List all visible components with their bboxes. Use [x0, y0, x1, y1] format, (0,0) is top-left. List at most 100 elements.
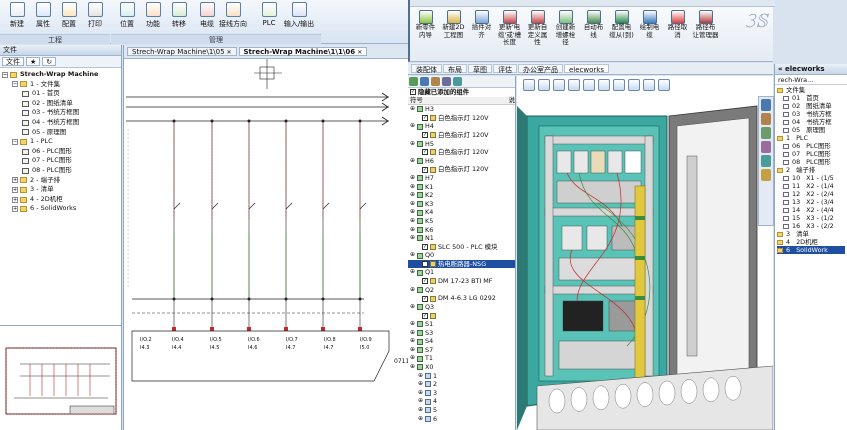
- cabinet-model[interactable]: [517, 96, 773, 430]
- tree-node[interactable]: ⊕ S4: [408, 337, 515, 346]
- close-icon[interactable]: ✕: [225, 49, 231, 56]
- schematic-canvas[interactable]: I/O.2 I/O.4 I/O.5 I/O.6 I/O.7 I/O.8 I/O.9 I4.3 I…: [124, 59, 409, 430]
- ew-item[interactable]: 15 X3 - (1/2: [777, 214, 845, 222]
- update-cable-button[interactable]: 更新'电 缆'或'槽 长度: [496, 10, 523, 47]
- terminal-node[interactable]: ⊕ 2: [408, 380, 515, 389]
- configure-button[interactable]: 配置: [56, 2, 82, 34]
- expand-toggle-icon[interactable]: ⊕: [418, 389, 423, 398]
- expand-toggle-icon[interactable]: +: [12, 186, 18, 193]
- tree-node[interactable]: ⊕ Q2: [408, 286, 515, 295]
- ew-item[interactable]: 07 PLC图形: [777, 150, 845, 158]
- tree-folder[interactable]: +3 - 清单: [2, 185, 119, 195]
- tree-node[interactable]: ⊕ Q0: [408, 251, 515, 260]
- config-icon[interactable]: [431, 77, 440, 86]
- include-checkbox[interactable]: ✓: [422, 132, 428, 139]
- new-button[interactable]: 新建: [4, 2, 30, 34]
- include-checkbox[interactable]: ✓: [422, 115, 428, 122]
- ew-item[interactable]: 12 X2 - (2/4: [777, 190, 845, 198]
- ew-folder[interactable]: 3 清单: [777, 230, 845, 238]
- ew-item[interactable]: 02 图纸清单: [777, 102, 845, 110]
- expand-toggle-icon[interactable]: ⊕: [410, 329, 415, 338]
- expand-toggle-icon[interactable]: ⊕: [410, 105, 415, 114]
- ew-item[interactable]: 05 原理图: [777, 126, 845, 134]
- previous-view-icon[interactable]: [553, 79, 565, 91]
- display-style-icon[interactable]: [598, 79, 610, 91]
- view-palette-icon[interactable]: [761, 141, 771, 153]
- properties-icon[interactable]: [420, 77, 429, 86]
- tree-node[interactable]: ⊕ N1: [408, 234, 515, 243]
- component-item[interactable]: ✓ 热电断路器-NSG: [408, 259, 515, 269]
- tree-item[interactable]: 04 - 书统方框图: [2, 118, 119, 128]
- include-checkbox[interactable]: ✓: [422, 149, 428, 156]
- tree-node[interactable]: ⊕ H5: [408, 140, 515, 149]
- expand-toggle-icon[interactable]: ⊕: [410, 234, 415, 243]
- draw-cable-button[interactable]: 绘制电 缆: [636, 10, 663, 39]
- include-checkbox[interactable]: ✓: [422, 166, 428, 173]
- ew-folder[interactable]: 6 SolidWork: [777, 246, 845, 254]
- sw-tab[interactable]: 装配体: [411, 64, 442, 74]
- tree-folder[interactable]: +4 - 2D机柜: [2, 195, 119, 205]
- view-settings-icon[interactable]: [658, 79, 670, 91]
- ew-item[interactable]: 06 PLC图形: [777, 142, 845, 150]
- ew-item[interactable]: 10 X1 - (1/5: [777, 174, 845, 182]
- zoom-fit-icon[interactable]: [523, 79, 535, 91]
- component-item[interactable]: ✓ SLC 500 - PLC 模块: [408, 243, 515, 252]
- tree-item[interactable]: 07 - PLC图形: [2, 156, 119, 166]
- expand-toggle-icon[interactable]: ⊕: [418, 406, 423, 415]
- scene-icon[interactable]: [643, 79, 655, 91]
- tree-node[interactable]: ⊕ Q1: [408, 268, 515, 277]
- expand-toggle-icon[interactable]: ⊕: [410, 303, 415, 312]
- include-checkbox[interactable]: ✓: [422, 312, 428, 319]
- tree-node[interactable]: ⊕ H4: [408, 122, 515, 131]
- tree-header[interactable]: ✓ 隐藏已添加的组件: [408, 88, 515, 97]
- tree-node[interactable]: ⊕ T1: [408, 354, 515, 363]
- ew-item[interactable]: 13 X2 - (3/4: [777, 198, 845, 206]
- include-checkbox[interactable]: ✓: [422, 295, 428, 302]
- expand-toggle-icon[interactable]: ⊕: [418, 380, 423, 389]
- expand-toggle-icon[interactable]: ⊕: [410, 346, 415, 355]
- terminal-node[interactable]: ⊕ 5: [408, 406, 515, 415]
- tree-node[interactable]: ⊕ X0: [408, 363, 515, 372]
- section-view-icon[interactable]: [568, 79, 580, 91]
- include-checkbox[interactable]: ✓: [422, 243, 428, 250]
- sw-tab[interactable]: 草图: [468, 64, 492, 74]
- tree-node[interactable]: ⊕ Q3: [408, 303, 515, 312]
- expand-toggle-icon[interactable]: ⊕: [410, 337, 415, 346]
- sw-tab[interactable]: 办公室产品: [518, 64, 563, 74]
- expand-toggle-icon[interactable]: ⊕: [418, 372, 423, 381]
- tree-item[interactable]: 06 - PLC图形: [2, 147, 119, 157]
- tree-folder[interactable]: − 1 - 文件集: [2, 80, 119, 90]
- ew-folder[interactable]: 1 PLC: [777, 134, 845, 142]
- tree-folder[interactable]: +6 - SolidWorks: [2, 204, 119, 214]
- star-icon[interactable]: ★: [26, 57, 41, 66]
- tree-item[interactable]: 01 - 首页: [2, 89, 119, 99]
- auto-route-button[interactable]: 自动布 线: [580, 10, 607, 39]
- sheet-thumbnail[interactable]: [0, 325, 122, 430]
- location-button[interactable]: 位置: [114, 2, 140, 34]
- collapse-icon[interactable]: «: [778, 65, 783, 73]
- hide-show-icon[interactable]: [613, 79, 625, 91]
- component-item[interactable]: ✓ 白色指示灯 120V: [408, 131, 515, 140]
- tree-node[interactable]: ⊕ H7: [408, 174, 515, 183]
- expand-toggle-icon[interactable]: −: [2, 71, 8, 78]
- 3d-graphics-view[interactable]: [517, 76, 773, 430]
- expand-toggle-icon[interactable]: ⊕: [410, 354, 415, 363]
- expand-toggle-icon[interactable]: +: [12, 196, 18, 203]
- ew-item[interactable]: 04 书统方框: [777, 118, 845, 126]
- view-orientation-icon[interactable]: [583, 79, 595, 91]
- cable-config-button[interactable]: 配置电 缆从(到): [608, 10, 635, 39]
- io-button[interactable]: 输入/输出: [282, 2, 316, 34]
- expand-toggle-icon[interactable]: ⊕: [410, 320, 415, 329]
- ew-folder[interactable]: 4 2D机柜: [777, 238, 845, 246]
- tree-folder[interactable]: − 1 - PLC: [2, 137, 119, 147]
- custom-props-button[interactable]: 更新自 定义属 性: [524, 10, 551, 47]
- home-pane-icon[interactable]: [761, 99, 771, 111]
- function-button[interactable]: 功能: [140, 2, 166, 34]
- expand-toggle-icon[interactable]: ⊕: [410, 363, 415, 372]
- close-icon[interactable]: ✕: [355, 49, 362, 56]
- hide-added-checkbox[interactable]: ✓: [410, 89, 416, 96]
- expand-toggle-icon[interactable]: ⊕: [410, 208, 415, 217]
- expand-toggle-icon[interactable]: ⊕: [410, 183, 415, 192]
- expand-toggle-icon[interactable]: ⊕: [410, 226, 415, 235]
- expand-toggle-icon[interactable]: −: [12, 138, 18, 145]
